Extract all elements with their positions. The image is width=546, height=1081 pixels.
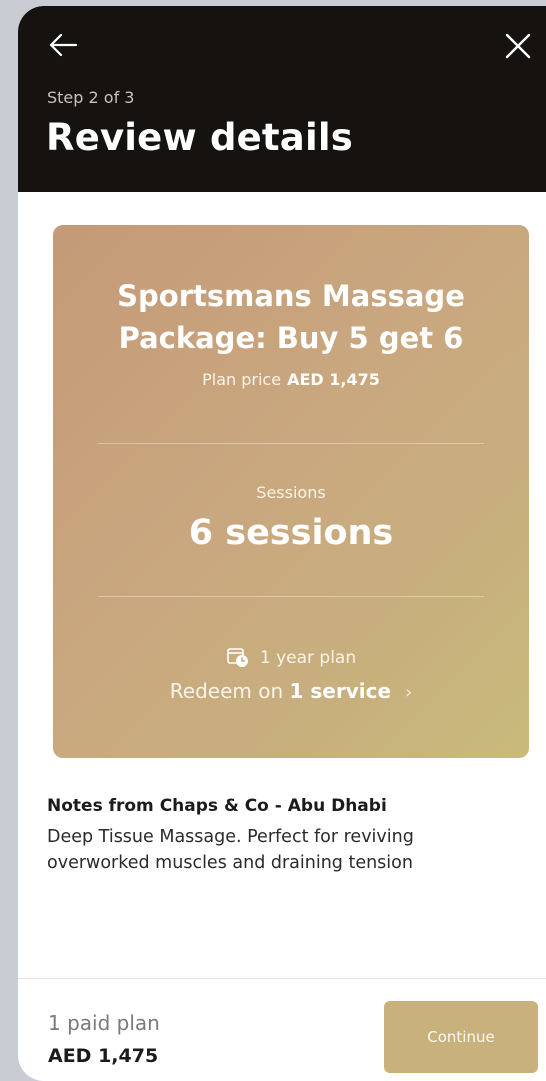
continue-button[interactable]: Continue [384,1001,538,1073]
page-title: Review details [46,116,353,159]
close-icon[interactable] [502,30,534,62]
card-divider [98,596,484,597]
clock-calendar-icon [227,648,248,667]
header: Step 2 of 3 Review details [18,6,546,192]
total-price: AED 1,475 [48,1045,159,1067]
card-divider [98,443,484,444]
review-sheet: Step 2 of 3 Review details Sportsmans Ma… [18,6,546,1081]
redeem-services-link[interactable]: Redeem on 1 service › [53,679,529,703]
paid-plan-count: 1 paid plan [48,1011,160,1035]
notes-title: Notes from Chaps & Co - Abu Dhabi [47,796,387,816]
plan-duration-text: 1 year plan [259,648,357,668]
footer-divider [18,978,546,979]
redeem-prefix: Redeem on [169,679,284,703]
redeem-count: 1 service [289,679,392,703]
plan-name: Sportsmans Massage Package: Buy 5 get 6 [117,279,465,355]
sessions-label: Sessions [256,483,326,502]
plan-price-value: AED 1,475 [287,370,380,389]
plan-price-label: Plan price [202,370,282,389]
notes-body: Deep Tissue Massage. Perfect for revivin… [47,827,414,873]
plan-card: Sportsmans Massage Package: Buy 5 get 6 … [53,225,529,758]
chevron-right-icon: › [405,682,413,703]
plan-price-row: Plan price AED 1,475 [53,370,529,389]
step-indicator: Step 2 of 3 [47,88,135,107]
arrow-left-icon[interactable] [46,28,82,62]
sessions-value: 6 sessions [188,513,394,553]
plan-duration: 1 year plan [53,647,529,669]
